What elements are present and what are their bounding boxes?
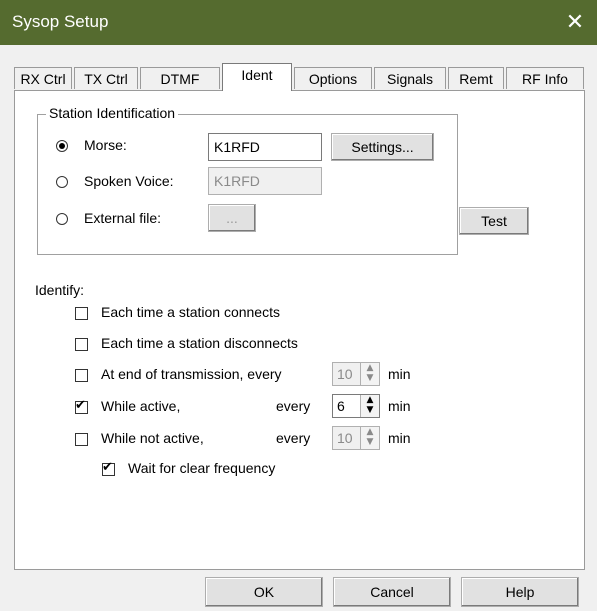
tab-signals[interactable]: Signals (374, 67, 446, 89)
test-button[interactable]: Test (459, 207, 529, 235)
spoken-voice-radio[interactable] (56, 176, 68, 188)
settings-button[interactable]: Settings... (331, 133, 434, 161)
while-not-active-label: While not active, (101, 430, 204, 446)
spin-arrows-icon[interactable]: ▲ ▼ (360, 427, 379, 449)
end-tx-label: At end of transmission, every (101, 366, 282, 382)
external-file-label: External file: (84, 210, 162, 226)
end-tx-interval-value: 10 (337, 366, 353, 382)
morse-call-input[interactable]: K1RFD (208, 133, 322, 161)
while-not-active-unit: min (388, 430, 411, 446)
spoken-voice-input[interactable]: K1RFD (208, 167, 322, 195)
identify-heading: Identify: (35, 282, 85, 298)
spoken-voice-label: Spoken Voice: (84, 173, 174, 189)
each-connect-checkbox[interactable] (75, 307, 88, 320)
end-tx-unit: min (388, 366, 411, 382)
end-tx-interval-spinner[interactable]: 10 ▲ ▼ (332, 362, 380, 386)
spin-arrows-icon[interactable]: ▲ ▼ (360, 363, 379, 385)
title-bar: Sysop Setup ✕ (0, 0, 597, 45)
while-not-active-interval-value: 10 (337, 430, 353, 446)
tab-dtmf[interactable]: DTMF (140, 67, 220, 89)
morse-radio[interactable] (56, 140, 68, 152)
wait-clear-checkbox[interactable] (102, 461, 115, 476)
while-active-unit: min (388, 398, 411, 414)
browse-file-button[interactable]: ... (208, 204, 256, 232)
external-file-radio[interactable] (56, 213, 68, 225)
while-active-label: While active, (101, 398, 181, 414)
group-label: Station Identification (46, 105, 179, 121)
tab-options[interactable]: Options (294, 67, 372, 89)
cancel-button[interactable]: Cancel (333, 577, 451, 607)
while-active-checkbox[interactable] (75, 399, 88, 414)
while-active-every: every (276, 398, 311, 414)
close-icon[interactable]: ✕ (561, 8, 589, 36)
wait-clear-label: Wait for clear frequency (128, 460, 276, 476)
spin-arrows-icon[interactable]: ▲ ▼ (360, 395, 379, 417)
each-connect-label: Each time a station connects (101, 304, 280, 320)
ok-button[interactable]: OK (205, 577, 323, 607)
each-disconnect-label: Each time a station disconnects (101, 335, 298, 351)
tab-tx-ctrl[interactable]: TX Ctrl (74, 67, 138, 89)
dialog-client-area: RX Ctrl TX Ctrl DTMF Ident Options Signa… (0, 45, 597, 611)
end-tx-checkbox[interactable] (75, 369, 88, 382)
while-active-interval-value: 6 (337, 398, 345, 414)
tab-rf-info[interactable]: RF Info (506, 67, 584, 89)
tab-rx-ctrl[interactable]: RX Ctrl (14, 67, 72, 89)
each-disconnect-checkbox[interactable] (75, 338, 88, 351)
tab-remt[interactable]: Remt (448, 67, 504, 89)
ident-tab-panel: Station Identification Morse: K1RFD Sett… (14, 90, 585, 570)
tab-ident[interactable]: Ident (222, 63, 292, 91)
while-not-active-interval-spinner[interactable]: 10 ▲ ▼ (332, 426, 380, 450)
window-title: Sysop Setup (12, 12, 109, 31)
station-identification-group: Station Identification Morse: K1RFD Sett… (37, 105, 458, 255)
morse-label: Morse: (84, 137, 127, 153)
help-button[interactable]: Help (461, 577, 579, 607)
while-active-interval-spinner[interactable]: 6 ▲ ▼ (332, 394, 380, 418)
while-not-active-checkbox[interactable] (75, 433, 88, 446)
while-not-active-every: every (276, 430, 311, 446)
